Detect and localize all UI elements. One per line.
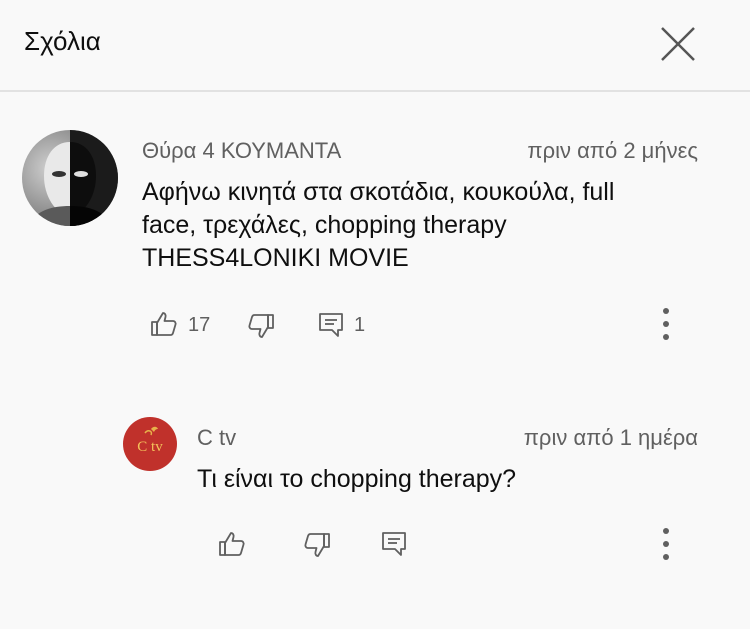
more-options-button[interactable]: [656, 306, 676, 342]
reply-time: πριν από 1 ημέρα: [523, 425, 698, 450]
thumbs-up-icon: [151, 312, 177, 336]
avatar[interactable]: [22, 130, 118, 226]
reply-count: 1: [354, 314, 366, 336]
thumbs-up-icon: [219, 532, 245, 556]
reply-comment-icon: [319, 313, 343, 337]
comment-text-line-2: face, τρεχάλες, chopping therapy: [142, 211, 507, 239]
close-icon: [661, 27, 695, 61]
reply-more-options-button[interactable]: [656, 526, 676, 562]
thumbs-down-icon: [248, 314, 274, 338]
reply-button[interactable]: [317, 311, 345, 339]
masked-face-avatar-icon: [22, 130, 118, 226]
comments-header: Σχόλια: [0, 0, 750, 92]
like-button[interactable]: [150, 310, 178, 338]
dislike-button[interactable]: [247, 312, 275, 340]
comment-time: πριν από 2 μήνες: [527, 138, 698, 163]
reply-avatar-text: C tv: [137, 439, 163, 455]
more-vert-icon: [663, 528, 669, 534]
reply-like-button[interactable]: [218, 530, 246, 558]
more-vert-icon: [663, 308, 669, 314]
reply-dislike-button[interactable]: [303, 531, 331, 559]
like-count: 17: [188, 314, 211, 336]
reply-author[interactable]: C tv: [197, 425, 236, 451]
reply-avatar[interactable]: C tv: [123, 417, 177, 471]
header-title: Σχόλια: [24, 26, 101, 56]
comment-text-line-1: Αφήνω κινητά στα σκοτάδια, κουκούλα, ful…: [142, 178, 615, 206]
reply-text: Τι είναι το chopping therapy?: [197, 465, 517, 493]
close-button[interactable]: [656, 22, 700, 66]
comment-text-line-3: THESS4LONIKI MOVIE: [142, 244, 409, 272]
thumbs-down-icon: [304, 533, 330, 557]
reply-reply-button[interactable]: [380, 530, 408, 558]
reply-comment-icon: [382, 532, 406, 556]
comment-author[interactable]: Θύρα 4 ΚΟΥΜΑΝΤΑ: [142, 138, 341, 164]
